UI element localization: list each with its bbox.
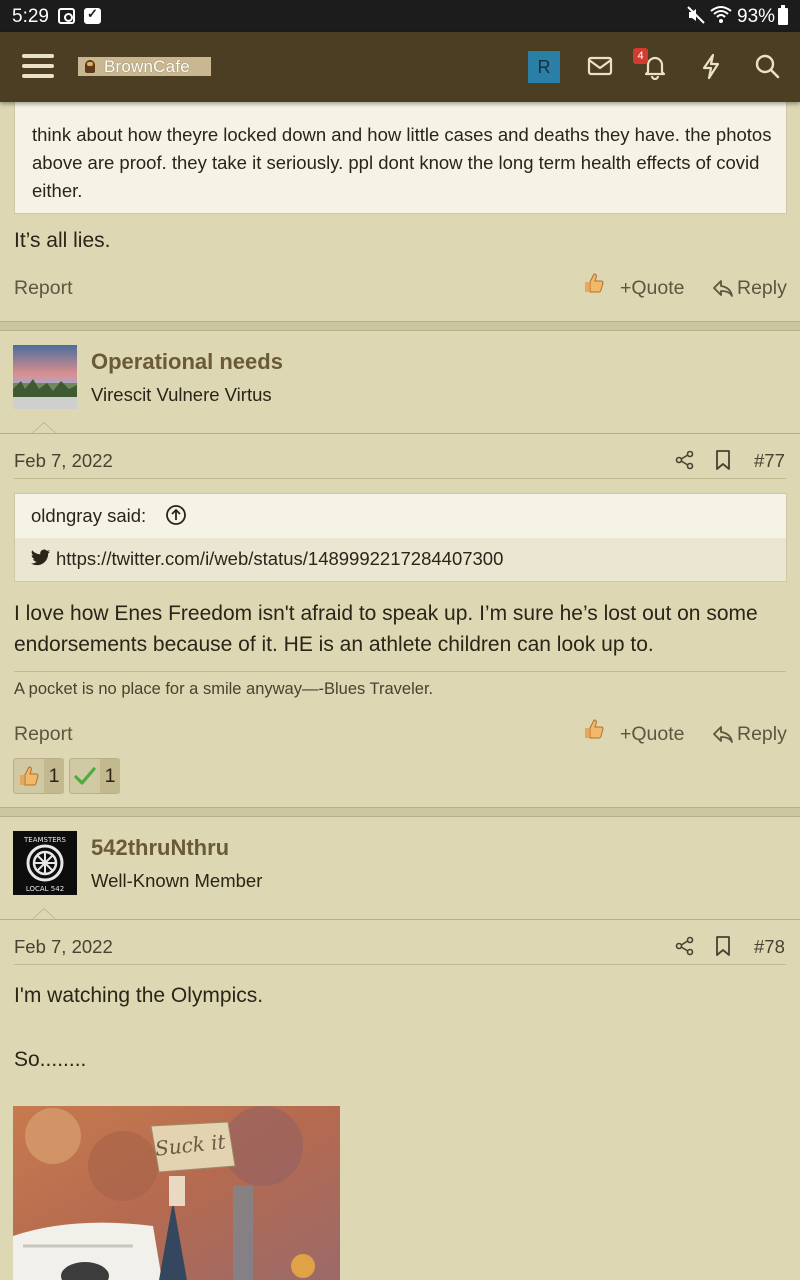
- post-body-line: So........: [14, 1048, 87, 1071]
- bookmark-icon[interactable]: [714, 450, 732, 475]
- status-time: 5:29: [12, 6, 49, 27]
- reaction-count: 1: [44, 759, 64, 793]
- reply-label: Reply: [737, 277, 787, 299]
- mute-icon: [686, 5, 706, 30]
- top-navbar: BrownCafe R 4: [0, 32, 800, 102]
- whats-new-bolt-icon[interactable]: [697, 52, 727, 82]
- post-number[interactable]: #77: [754, 450, 785, 472]
- user-title: Well-Known Member: [91, 870, 263, 891]
- quote-label: Quote: [631, 277, 685, 299]
- user-avatar-operational-needs[interactable]: [13, 345, 77, 409]
- avatar-ring-text-top: TEAMSTERS: [23, 836, 67, 844]
- post-meta: Feb 7, 2022 #78: [0, 932, 800, 966]
- status-bar: 5:29 93%: [0, 0, 800, 32]
- menu-icon[interactable]: [22, 52, 54, 80]
- user-divider: [0, 433, 800, 434]
- user-avatar-542thrunthru[interactable]: TEAMSTERS LOCAL 542: [13, 831, 77, 895]
- post-actions: Report +Quote Reply: [0, 269, 800, 309]
- site-logo-text: BrownCafe: [104, 57, 190, 76]
- post-meta: Feb 7, 2022 #77: [0, 446, 800, 480]
- quote-button[interactable]: +Quote: [620, 277, 685, 300]
- reply-arrow-icon: [713, 726, 733, 743]
- post-body-line: I'm watching the Olympics.: [14, 984, 264, 1007]
- quote-body: https://twitter.com/i/web/status/1489992…: [15, 538, 786, 581]
- twitter-link[interactable]: https://twitter.com/i/web/status/1489992…: [56, 548, 503, 570]
- search-icon[interactable]: [753, 52, 783, 82]
- post-number[interactable]: #78: [754, 936, 785, 958]
- post-separator: [0, 321, 800, 331]
- quoted-text: think about how theyre locked down and h…: [32, 124, 772, 201]
- quoted-post-block: think about how theyre locked down and h…: [14, 102, 787, 214]
- site-logo[interactable]: BrownCafe: [78, 57, 211, 76]
- signature-divider: [14, 671, 786, 672]
- twitter-bird-icon: [30, 549, 51, 566]
- user-divider: [0, 919, 800, 920]
- reply-button[interactable]: Reply: [712, 277, 787, 300]
- battery-icon: [778, 5, 788, 25]
- share-icon[interactable]: [675, 936, 695, 961]
- post-date[interactable]: Feb 7, 2022: [14, 936, 113, 958]
- post-body: I love how Enes Freedom isn't afraid to …: [14, 602, 758, 656]
- quote-block: oldngray said: https://twitter.com/i/web…: [14, 493, 787, 582]
- jump-to-quote-icon[interactable]: [165, 504, 187, 526]
- reaction-like[interactable]: 1: [13, 758, 64, 794]
- checkbox-notification-icon: [84, 6, 101, 24]
- user-avatar-button[interactable]: R: [528, 51, 560, 83]
- post-date[interactable]: Feb 7, 2022: [14, 450, 113, 472]
- battery-percent: 93%: [737, 6, 776, 27]
- reaction-agree[interactable]: 1: [69, 758, 120, 794]
- avatar-ring-text-bottom: LOCAL 542: [26, 885, 64, 893]
- wifi-icon: [709, 3, 733, 31]
- report-link[interactable]: Report: [14, 277, 73, 300]
- screenshot-icon: [58, 8, 75, 24]
- quote-author[interactable]: oldngray said:: [31, 505, 146, 527]
- check-icon: [73, 764, 97, 788]
- meta-divider: [14, 964, 786, 965]
- meta-divider: [14, 478, 786, 479]
- username-link[interactable]: Operational needs: [91, 349, 283, 375]
- coffee-logo-icon: [85, 60, 95, 73]
- username-link[interactable]: 542thruNthru: [91, 835, 229, 861]
- user-title: Virescit Vulnere Virtus: [91, 384, 272, 405]
- bookmark-icon[interactable]: [714, 936, 732, 961]
- post-separator: [0, 807, 800, 817]
- reply-arrow-icon: [713, 280, 733, 297]
- notification-badge: 4: [633, 48, 648, 64]
- quote-label: Quote: [631, 723, 685, 745]
- quote-header: oldngray said:: [15, 494, 786, 538]
- reply-label: Reply: [737, 723, 787, 745]
- reply-button[interactable]: Reply: [712, 723, 787, 746]
- post-body: It’s all lies.: [14, 229, 111, 252]
- post-embedded-image[interactable]: Suck it: [13, 1106, 340, 1280]
- reaction-count: 1: [100, 759, 120, 793]
- thumbs-up-icon: [17, 764, 41, 788]
- post-user-header: Operational needs Virescit Vulnere Virtu…: [0, 345, 800, 435]
- like-thumb-icon[interactable]: [582, 717, 606, 741]
- post-actions: Report +Quote Reply: [0, 715, 800, 755]
- user-signature: A pocket is no place for a smile anyway—…: [14, 680, 434, 698]
- inbox-icon[interactable]: [586, 52, 616, 82]
- thread-content: think about how theyre locked down and h…: [0, 102, 800, 1280]
- share-icon[interactable]: [675, 450, 695, 475]
- like-thumb-icon[interactable]: [582, 271, 606, 295]
- report-link[interactable]: Report: [14, 723, 73, 746]
- post-user-header: TEAMSTERS LOCAL 542 542thruNthru Well-Kn…: [0, 831, 800, 921]
- quote-button[interactable]: +Quote: [620, 723, 685, 746]
